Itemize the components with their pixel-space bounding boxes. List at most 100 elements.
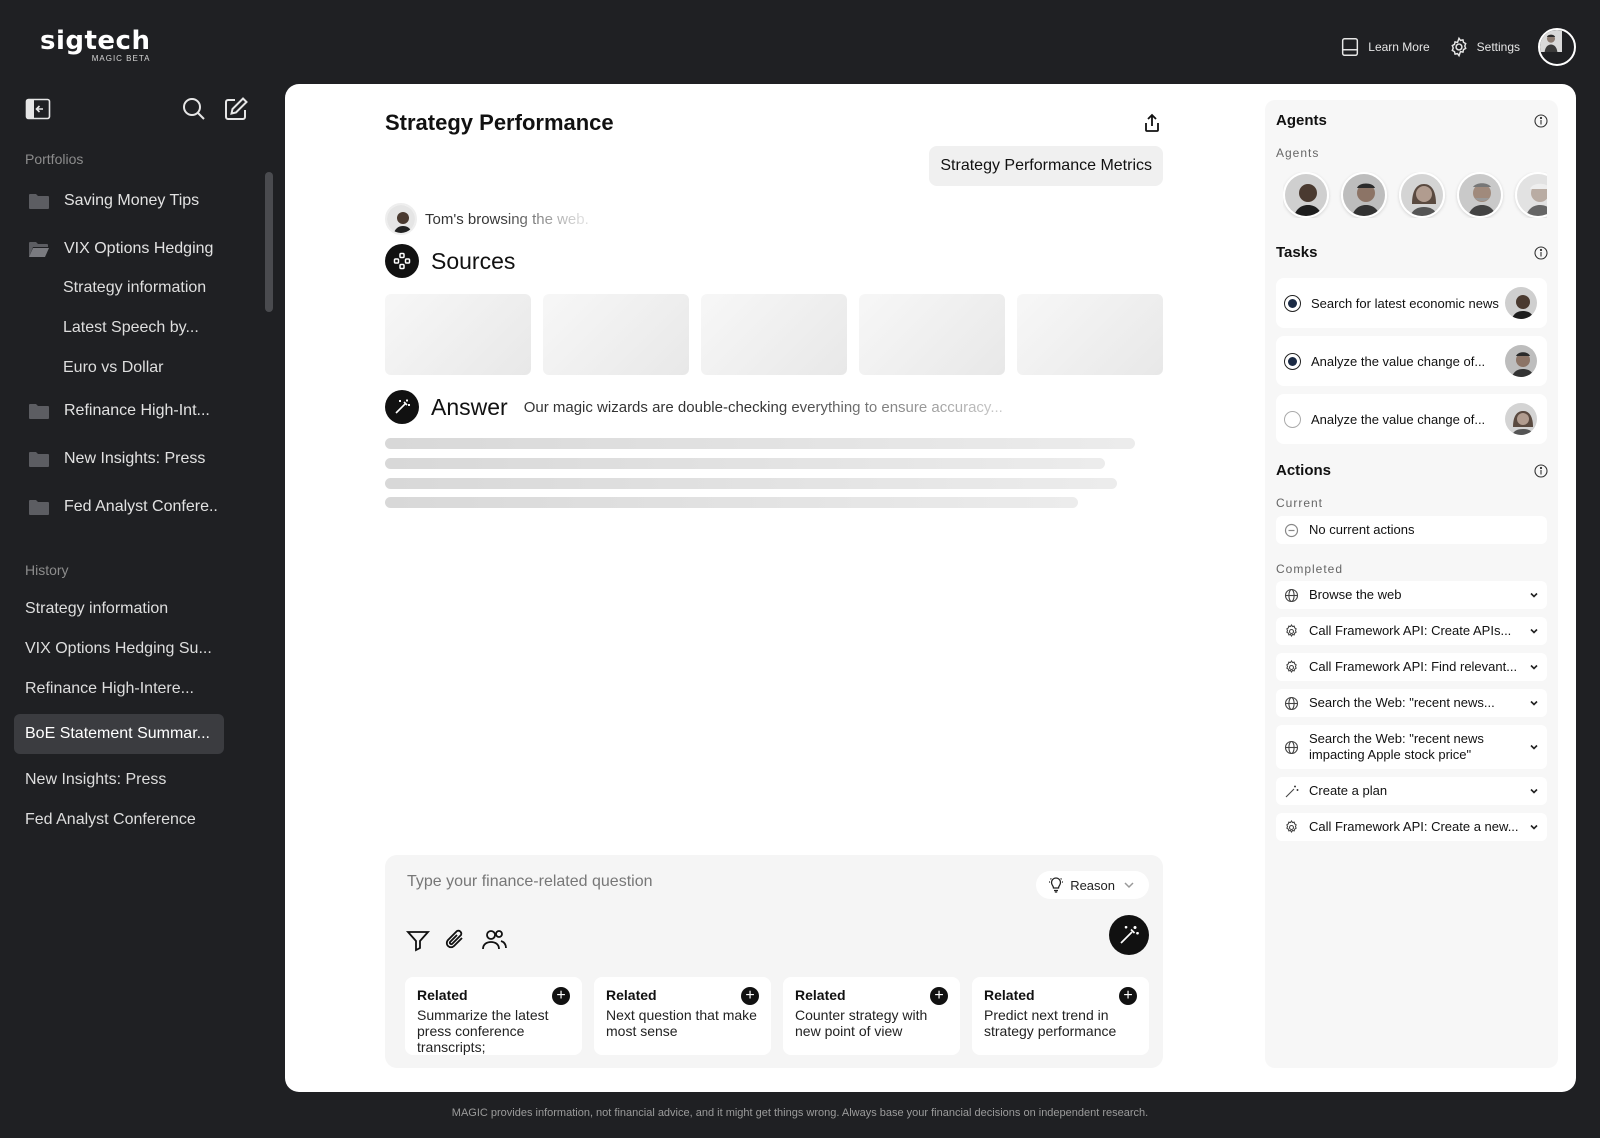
conversation-area: Strategy Performance Strategy Performanc… — [385, 84, 1163, 1092]
source-card-placeholder[interactable] — [1017, 294, 1163, 375]
share-button[interactable] — [1141, 112, 1163, 134]
completed-action-item[interactable]: Search the Web: "recent news impacting A… — [1276, 725, 1547, 769]
related-heading: Related — [795, 987, 846, 1003]
collapse-sidebar-button[interactable] — [25, 96, 51, 127]
new-chat-button[interactable] — [223, 96, 249, 127]
user-avatar[interactable] — [1538, 28, 1576, 66]
portfolio-item[interactable]: Fed Analyst Confere.. — [28, 496, 218, 518]
portfolio-subitem[interactable]: Strategy information — [63, 279, 206, 297]
action-label: Call Framework API: Create APIs... — [1309, 623, 1512, 638]
chevron-down-icon[interactable] — [1529, 590, 1539, 600]
agent-avatar[interactable] — [1457, 172, 1503, 218]
history-item[interactable]: Strategy information — [25, 600, 168, 618]
completed-action-item[interactable]: Call Framework API: Create APIs... — [1276, 617, 1547, 645]
portfolio-item[interactable]: VIX Options Hedging — [28, 238, 213, 260]
completed-action-item[interactable]: Search the Web: "recent news... — [1276, 689, 1547, 717]
task-item[interactable]: Analyze the value change of... — [1276, 394, 1547, 444]
history-item[interactable]: New Insights: Press — [25, 771, 166, 789]
attach-icon[interactable] — [443, 927, 469, 953]
source-card-placeholder[interactable] — [385, 294, 531, 375]
chevron-down-icon[interactable] — [1529, 822, 1539, 832]
related-text: Predict next trend in strategy performan… — [984, 1007, 1117, 1039]
task-agent-avatar — [1503, 285, 1539, 321]
related-text: Next question that make most sense — [606, 1007, 757, 1039]
agent-avatar[interactable] — [1341, 172, 1387, 218]
portfolio-label: Saving Money Tips — [64, 192, 200, 209]
magic-wand-icon — [385, 390, 419, 424]
task-radio[interactable] — [1284, 294, 1301, 312]
portfolio-subitem[interactable]: Latest Speech by... — [63, 319, 199, 337]
folder-open-icon — [29, 242, 49, 257]
task-item[interactable]: Search for latest economic news — [1276, 278, 1547, 328]
reason-mode-select[interactable]: Reason — [1036, 871, 1149, 899]
portfolio-item[interactable]: New Insights: Press — [28, 448, 205, 470]
wand-icon — [1285, 785, 1299, 797]
info-icon[interactable] — [1534, 464, 1548, 478]
task-radio[interactable] — [1284, 410, 1301, 428]
reason-mode-label: Reason — [1070, 877, 1115, 893]
sidebar-scrollbar[interactable] — [265, 172, 273, 312]
related-suggestion-card[interactable]: Related Counter strategy with new point … — [783, 977, 960, 1055]
portfolio-subitem[interactable]: Euro vs Dollar — [63, 359, 163, 377]
sidebar-search-button[interactable] — [181, 96, 207, 127]
source-card-placeholder[interactable] — [543, 294, 689, 375]
filter-icon[interactable] — [405, 927, 431, 953]
chevron-down-icon[interactable] — [1529, 662, 1539, 672]
question-input[interactable]: Type your finance-related question — [407, 873, 652, 891]
plus-icon[interactable]: + — [930, 987, 948, 1005]
globe-icon — [1284, 696, 1299, 710]
answer-skeleton-line — [385, 478, 1117, 489]
history-item-active[interactable]: BoE Statement Summar... — [14, 714, 224, 754]
portfolios-heading: Portfolios — [25, 151, 84, 167]
main-card: Strategy Performance Strategy Performanc… — [285, 84, 1576, 1092]
sources-label: Sources — [431, 247, 516, 274]
globe-icon — [1284, 588, 1299, 602]
submit-magic-button[interactable] — [1109, 915, 1149, 955]
settings-link[interactable]: Settings — [1448, 36, 1520, 58]
plus-icon[interactable]: + — [552, 987, 570, 1005]
portfolio-item[interactable]: Refinance High-Int... — [28, 400, 210, 422]
learn-more-link[interactable]: Learn More — [1339, 36, 1430, 58]
portfolio-item[interactable]: Saving Money Tips — [28, 190, 199, 212]
source-card-placeholder[interactable] — [701, 294, 847, 375]
brand-logo[interactable]: sigtech MAGIC BETA — [40, 26, 150, 63]
magic-wand-icon — [1120, 926, 1139, 944]
agent-avatar[interactable] — [1515, 172, 1547, 218]
top-nav: Learn More Settings — [1339, 28, 1576, 66]
composer-tools — [405, 927, 507, 953]
completed-action-item[interactable]: Call Framework API: Create a new... — [1276, 813, 1547, 841]
users-icon[interactable] — [481, 927, 507, 953]
action-label: Browse the web — [1309, 587, 1402, 602]
related-text: Summarize the latest press conference tr… — [417, 1007, 549, 1055]
current-action-item: No current actions — [1276, 516, 1547, 544]
related-suggestion-card[interactable]: Related Summarize the latest press confe… — [405, 977, 582, 1055]
history-item[interactable]: Refinance High-Intere... — [25, 680, 194, 698]
completed-action-item[interactable]: Call Framework API: Find relevant... — [1276, 653, 1547, 681]
agent-avatar[interactable] — [1399, 172, 1445, 218]
actions-title: Actions — [1276, 462, 1332, 479]
info-icon[interactable] — [1534, 246, 1548, 260]
agent-avatar[interactable] — [1283, 172, 1329, 218]
chevron-down-icon[interactable] — [1529, 698, 1539, 708]
source-card-placeholder[interactable] — [859, 294, 1005, 375]
completed-action-item[interactable]: Browse the web — [1276, 581, 1547, 609]
chevron-down-icon[interactable] — [1529, 626, 1539, 636]
book-icon — [1342, 38, 1359, 56]
search-icon — [183, 98, 205, 120]
folder-icon — [29, 194, 49, 209]
folder-icon — [29, 500, 49, 515]
plus-icon[interactable]: + — [741, 987, 759, 1005]
gear-icon — [1286, 819, 1297, 833]
related-suggestion-card[interactable]: Related Predict next trend in strategy p… — [972, 977, 1149, 1055]
info-icon[interactable] — [1534, 114, 1548, 128]
task-item[interactable]: Analyze the value change of... — [1276, 336, 1547, 386]
task-agent-avatar — [1503, 401, 1539, 437]
plus-icon[interactable]: + — [1119, 987, 1137, 1005]
completed-action-item[interactable]: Create a plan — [1276, 777, 1547, 805]
chevron-down-icon[interactable] — [1529, 742, 1539, 752]
related-suggestion-card[interactable]: Related Next question that make most sen… — [594, 977, 771, 1055]
chevron-down-icon[interactable] — [1529, 786, 1539, 796]
history-item[interactable]: Fed Analyst Conference — [25, 811, 196, 829]
task-radio[interactable] — [1284, 352, 1301, 370]
history-item[interactable]: VIX Options Hedging Su... — [25, 640, 212, 658]
